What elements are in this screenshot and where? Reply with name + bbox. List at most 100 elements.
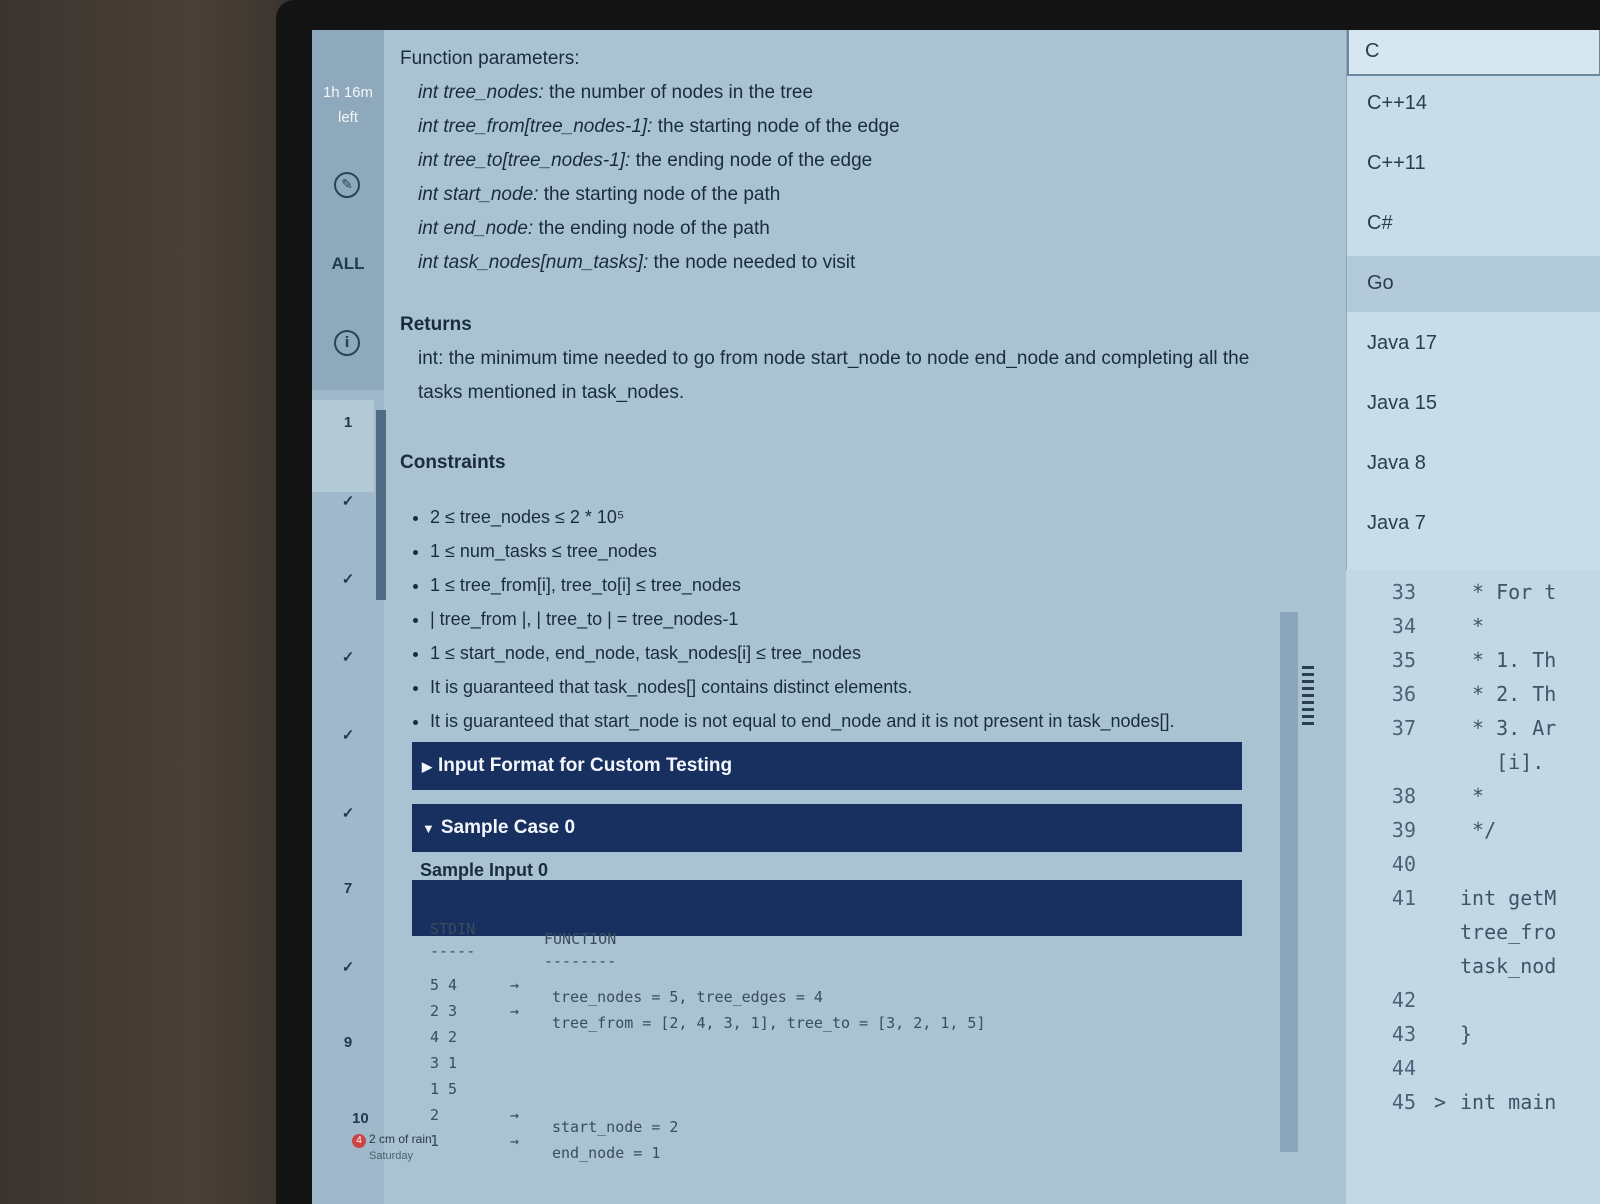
line-number: 36: [1391, 682, 1416, 706]
language-option-selected[interactable]: Go: [1347, 256, 1600, 312]
line-number: 42: [1391, 988, 1416, 1012]
code-line[interactable]: *: [1460, 784, 1484, 808]
param-line: int start_node: the starting node of the…: [400, 178, 1270, 212]
param-name: int tree_to[tree_nodes-1]:: [418, 150, 631, 171]
constraint-item: It is guaranteed that start_node is not …: [430, 704, 1270, 738]
code-line[interactable]: *: [1460, 614, 1484, 638]
param-name: int tree_nodes:: [418, 82, 544, 103]
code-line[interactable]: }: [1460, 1022, 1472, 1046]
edit-icon[interactable]: ✎: [334, 172, 360, 198]
time-remaining: 1h 16m left: [316, 80, 380, 130]
sample-input-heading: Sample Input 0: [420, 860, 549, 880]
language-option[interactable]: C++14: [1347, 76, 1600, 132]
line-number: 40: [1391, 852, 1416, 876]
sample-case-toggle[interactable]: ▼ Sample Case 0: [412, 804, 1242, 852]
language-option[interactable]: C#: [1347, 196, 1600, 252]
language-option[interactable]: Java 7: [1347, 496, 1600, 552]
param-desc: the ending node of the edge: [630, 150, 873, 171]
param-line: int task_nodes[num_tasks]: the node need…: [400, 246, 1270, 280]
timer-value: 1h 16m: [322, 84, 374, 101]
line-number: 38: [1391, 784, 1416, 808]
code-line[interactable]: task_nod: [1460, 954, 1556, 978]
stdin-header: STDIN: [430, 920, 476, 938]
panel-resize-handle[interactable]: [1302, 666, 1314, 728]
constraint-item: It is guaranteed that task_nodes[] conta…: [430, 670, 1270, 704]
param-desc: the starting node of the path: [538, 184, 781, 205]
weather-day: Saturday: [369, 1150, 414, 1162]
param-name: int end_node:: [418, 218, 534, 239]
param-line: int tree_from[tree_nodes-1]: the startin…: [400, 110, 1270, 144]
constraints-heading: Constraints: [400, 452, 506, 473]
language-search-input[interactable]: C: [1347, 30, 1600, 76]
question-item-2-check[interactable]: ✓: [312, 492, 384, 510]
code-line[interactable]: * 2. Th: [1460, 682, 1556, 706]
line-number: 41: [1391, 886, 1416, 910]
param-line: int end_node: the ending node of the pat…: [400, 212, 1270, 246]
param-name: int start_node:: [418, 184, 539, 205]
weather-widget[interactable]: 42 cm of rain Saturday: [352, 1132, 432, 1162]
param-desc: the node needed to visit: [648, 252, 856, 273]
question-item-8-check[interactable]: ✓: [312, 958, 384, 976]
input-format-label: Input Format for Custom Testing: [438, 755, 733, 776]
param-name: int tree_from[tree_nodes-1]:: [418, 116, 653, 137]
language-option[interactable]: Java 17: [1347, 316, 1600, 372]
line-number: 43: [1391, 1022, 1416, 1046]
question-item-5-check[interactable]: ✓: [312, 726, 384, 744]
constraint-item: 1 ≤ start_node, end_node, task_nodes[i] …: [430, 636, 1270, 670]
question-item-6-check[interactable]: ✓: [312, 804, 384, 822]
param-desc: the number of nodes in the tree: [543, 82, 814, 103]
question-rail: 1h 16m left ✎ ALL i 1 ✓ ✓ ✓ ✓ ✓ 7 ✓ 9 10: [312, 30, 386, 1204]
statement-scrollbar[interactable]: [1280, 612, 1298, 1152]
param-desc: the ending node of the path: [533, 218, 770, 239]
constraint-item: 1 ≤ tree_from[i], tree_to[i] ≤ tree_node…: [430, 568, 1270, 602]
code-line[interactable]: */: [1460, 818, 1496, 842]
language-option[interactable]: Java 8: [1347, 436, 1600, 492]
constraint-item: | tree_from |, | tree_to | = tree_nodes-…: [430, 602, 1270, 636]
code-line[interactable]: [i].: [1460, 750, 1544, 774]
code-line[interactable]: * 1. Th: [1460, 648, 1556, 672]
constraints-list: 2 ≤ tree_nodes ≤ 2 * 10⁵ 1 ≤ num_tasks ≤…: [400, 500, 1270, 738]
params-title: Function parameters:: [400, 48, 580, 69]
line-number: 44: [1391, 1056, 1416, 1080]
question-item-7[interactable]: 7: [312, 880, 384, 897]
question-item-1[interactable]: 1: [312, 414, 384, 431]
info-icon[interactable]: i: [334, 330, 360, 356]
problem-statement: Function parameters: int tree_nodes: the…: [400, 42, 1270, 738]
question-item-4-check[interactable]: ✓: [312, 648, 384, 666]
code-line[interactable]: tree_fro: [1460, 920, 1556, 944]
caret-down-icon: ▼: [422, 821, 435, 836]
function-header: FUNCTION: [544, 930, 617, 948]
sample-header-band: [412, 880, 1242, 936]
mapping-arrows: → → → →: [510, 976, 520, 1150]
code-line[interactable]: * 3. Ar: [1460, 716, 1556, 740]
param-name: int task_nodes[num_tasks]:: [418, 252, 649, 273]
weather-text: 2 cm of rain: [369, 1132, 432, 1146]
code-line[interactable]: int main: [1460, 1090, 1556, 1114]
returns-text: int: the minimum time needed to go from …: [418, 348, 1250, 403]
line-number: 39: [1391, 818, 1416, 842]
function-rule: --------: [544, 952, 617, 970]
code-line[interactable]: int getM: [1460, 886, 1556, 910]
question-item-3-check[interactable]: ✓: [312, 570, 384, 588]
question-item-9[interactable]: 9: [312, 1034, 384, 1051]
language-option[interactable]: Java 15: [1347, 376, 1600, 432]
line-number: 33: [1391, 580, 1416, 604]
fold-arrow-icon[interactable]: >: [1434, 1090, 1446, 1114]
all-questions-button[interactable]: ALL: [312, 254, 384, 274]
language-dropdown[interactable]: C C++14 C++11 C# Go Java 17 Java 15 Java…: [1346, 30, 1600, 570]
weather-badge: 4: [352, 1134, 366, 1148]
param-line: int tree_nodes: the number of nodes in t…: [400, 76, 1270, 110]
input-format-toggle[interactable]: ▶ Input Format for Custom Testing: [412, 742, 1242, 790]
question-item-10[interactable]: 10: [312, 1110, 384, 1127]
screen: 1h 16m left ✎ ALL i 1 ✓ ✓ ✓ ✓ ✓ 7 ✓ 9 10…: [312, 30, 1600, 1204]
stdin-values: 5 4 2 3 4 2 3 1 1 5 2 1: [430, 976, 458, 1150]
param-line: int tree_to[tree_nodes-1]: the ending no…: [400, 144, 1270, 178]
timer-suffix: left: [337, 109, 358, 126]
sample-case-label: Sample Case 0: [440, 817, 576, 838]
function-values: tree_nodes = 5, tree_edges = 4 tree_from…: [552, 988, 986, 1162]
param-desc: the starting node of the edge: [652, 116, 900, 137]
language-option[interactable]: C++11: [1347, 136, 1600, 192]
line-number: 45: [1391, 1090, 1416, 1114]
code-line[interactable]: * For t: [1460, 580, 1556, 604]
line-number: 34: [1391, 614, 1416, 638]
